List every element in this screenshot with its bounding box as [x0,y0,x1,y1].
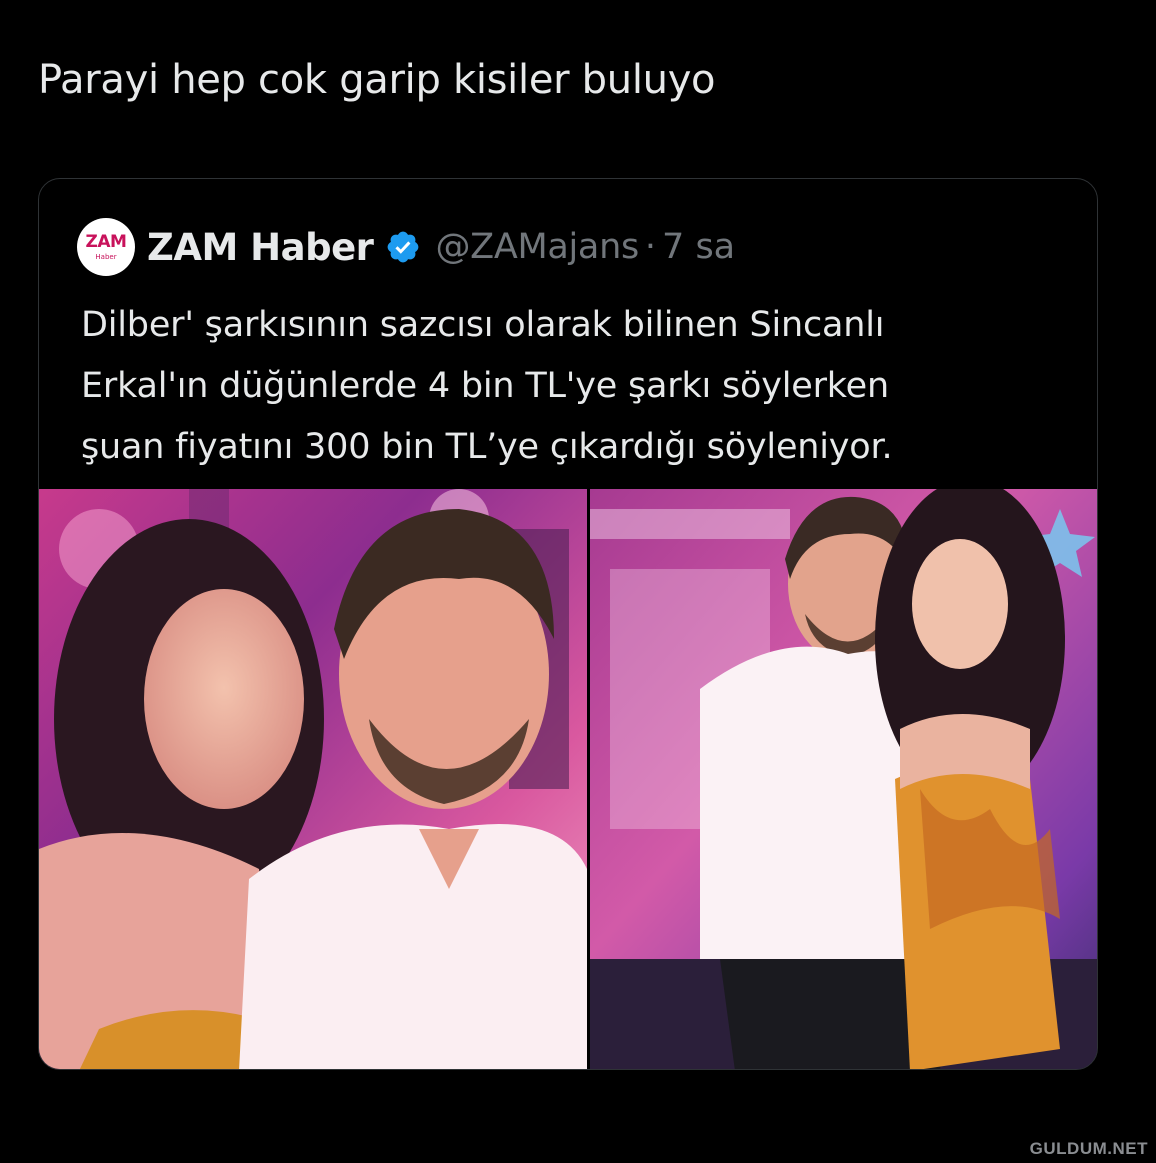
display-name[interactable]: ZAM Haber [147,226,374,269]
photo-right[interactable] [590,489,1097,1069]
photo-left[interactable] [39,489,587,1069]
separator-dot: · [644,227,657,267]
quoted-tweet-line: şuan fiyatını 300 bin TL’ye çıkardığı sö… [81,427,893,467]
quoted-tweet-card[interactable]: ZAM Haber ZAM Haber @ZAMajans · 7 sa Dil… [38,178,1098,1070]
quoted-tweet-line: Dilber' şarkısının sazcısı olarak biline… [81,305,885,345]
quoted-tweet-header: ZAM Haber ZAM Haber @ZAMajans · 7 sa [77,218,735,276]
media-grid [39,489,1097,1069]
avatar[interactable]: ZAM Haber [77,218,135,276]
handle[interactable]: @ZAMajans [435,227,639,267]
quoted-tweet-text: Dilber' şarkısının sazcısı olarak biline… [81,295,1081,478]
avatar-logo-subtext: Haber [95,253,117,261]
avatar-logo-text: ZAM [85,232,127,252]
watermark: GULDUM.NET [1029,1139,1148,1158]
quoted-tweet-line: Erkal'ın düğünlerde 4 bin TL'ye şarkı sö… [81,366,889,406]
timestamp[interactable]: 7 sa [662,227,735,267]
verified-badge-icon [385,229,421,265]
tweet-text: Parayi hep cok garip kisiler buluyo [38,57,716,103]
